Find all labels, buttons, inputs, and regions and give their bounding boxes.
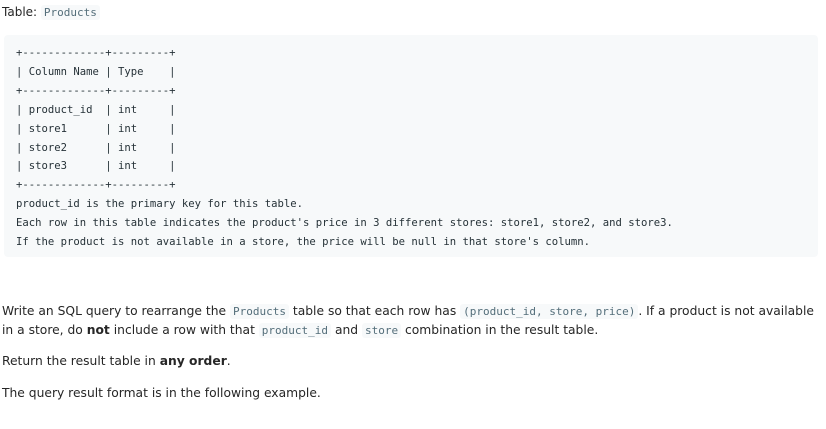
schema-line: | store3 | int | (16, 160, 176, 173)
product-id-code: product_id (258, 323, 332, 338)
paragraph-text: and (331, 323, 362, 337)
paragraph-text: table so that each row has (288, 304, 461, 318)
schema-line: | store2 | int | (16, 141, 176, 154)
schema-line: +-------------+---------+ (16, 179, 176, 192)
schema-line: +-------------+---------+ (16, 47, 176, 59)
products-code: Products (230, 304, 289, 319)
schema-line: Each row in this table indicates the pro… (16, 217, 673, 230)
store-code: store (361, 323, 402, 338)
table-name-code: Products (40, 5, 100, 20)
schema-line: | store1 | int | (16, 122, 176, 135)
schema-code-block: +-------------+---------+ | Column Name … (4, 35, 818, 257)
schema-line: | Column Name | Type | (16, 65, 176, 78)
schema-line: | product_id | int | (16, 103, 176, 116)
table-label: Table: Products (2, 2, 100, 22)
schema-line: product_id is the primary key for this t… (16, 198, 304, 211)
format-paragraph: The query result format is in the follow… (2, 386, 321, 400)
emphasis-any-order: any order (159, 354, 227, 368)
schema-line: +-------------+---------+ (16, 84, 176, 97)
paragraph-text: combination in the result table. (401, 323, 599, 337)
paragraph-text: include a row with that (109, 323, 259, 337)
table-label-prefix: Table: (2, 5, 38, 19)
order-paragraph: Return the result table in any order. (2, 352, 818, 371)
paragraph-text: Write an SQL query to rearrange the (2, 304, 230, 318)
instruction-paragraph: Write an SQL query to rearrange the Prod… (2, 302, 818, 340)
schema-text: +-------------+---------+ | Column Name … (16, 44, 818, 252)
paragraph-text: . (226, 354, 231, 368)
schema-line: If the product is not available in a sto… (16, 236, 591, 249)
emphasis-not: not (86, 323, 110, 337)
row-shape-code: (product_id, store, price) (460, 304, 639, 319)
paragraph-text: Return the result table in (2, 354, 160, 368)
